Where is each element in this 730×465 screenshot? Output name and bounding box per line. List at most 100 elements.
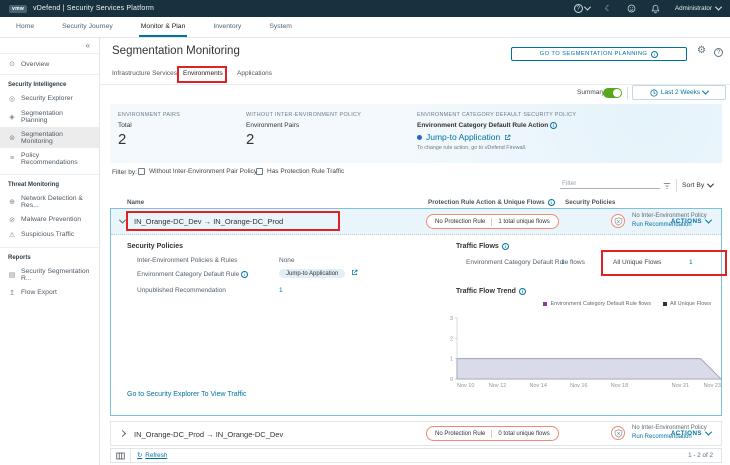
card-label: Environment Pairs xyxy=(246,122,361,129)
info-icon[interactable]: i xyxy=(548,199,555,206)
card-value: 2 xyxy=(246,131,361,148)
tab-applications[interactable]: Applications xyxy=(237,66,272,83)
chevron-down-icon xyxy=(707,181,714,188)
environment-pair-row-expanded: IN_Orange-DC_Dev → IN_Orange-DC_Prod No … xyxy=(110,208,722,416)
svg-text:1: 1 xyxy=(450,357,453,363)
rule-action-value: Jump-to Application xyxy=(426,132,500,142)
summary-card-default-security-policy: ENVIRONMENT CATEGORY DEFAULT SECURITY PO… xyxy=(417,112,576,151)
field-label: Unpublished Recommendation xyxy=(137,287,226,294)
nav-item-security-journey[interactable]: Security Journey xyxy=(60,17,115,37)
column-header-policies[interactable]: Security Policies xyxy=(565,199,615,206)
column-header-protection[interactable]: Protection Rule Action & Unique Flows i xyxy=(428,199,555,206)
filter-icon[interactable] xyxy=(663,182,671,192)
vdefend-app: vmw vDefend | Security Services Platform… xyxy=(0,0,730,465)
summary-card-environment-pairs: ENVIRONMENT PAIRS Total 2 xyxy=(118,112,180,148)
field-value: Jump-to Application xyxy=(279,269,358,278)
info-icon: i xyxy=(651,51,658,58)
sidebar-item-suspicious-traffic[interactable]: ⚠ Suspicious Traffic xyxy=(0,227,99,242)
unpublished-recommendation-count[interactable]: 1 xyxy=(279,287,283,294)
go-to-security-explorer-link[interactable]: Go to Security Explorer To View Traffic xyxy=(127,391,246,398)
segmentation-monitoring-icon: ⊚ xyxy=(8,134,16,142)
environment-pair-name[interactable]: IN_Orange-DC_Dev → IN_Orange-DC_Prod xyxy=(134,217,283,226)
traffic-flow-trend-title: Traffic Flow Trend i xyxy=(456,288,526,295)
user-name: Administrator xyxy=(675,5,712,12)
default-rule-flows-value[interactable]: 1 xyxy=(561,259,565,266)
actions-menu[interactable]: ACTIONS xyxy=(671,218,711,225)
filter-input[interactable] xyxy=(560,179,660,189)
page-title: Segmentation Monitoring xyxy=(112,45,240,57)
actions-menu[interactable]: ACTIONS xyxy=(671,430,711,437)
sidebar-item-label: Overview xyxy=(21,61,49,68)
sidebar-item-policy-recommendations[interactable]: ≡ Policy Recommendations xyxy=(0,148,99,169)
nav-item-system[interactable]: System xyxy=(267,17,294,37)
sidebar-item-segmentation-monitoring[interactable]: ⊚ Segmentation Monitoring xyxy=(0,127,99,148)
security-explorer-icon: ◎ xyxy=(8,95,16,103)
sidebar-collapse-icon[interactable]: « xyxy=(0,38,99,54)
tab-infrastructure-services[interactable]: Infrastructure Services xyxy=(112,66,177,83)
legend-item-all-unique-flows: All Unique Flows xyxy=(663,301,711,307)
checkbox-has-protection-traffic[interactable]: Has Protection Rule Traffic xyxy=(256,168,344,175)
nav-item-inventory[interactable]: Inventory xyxy=(211,17,243,37)
info-icon[interactable]: i xyxy=(550,122,557,129)
sidebar-item-malware-prevention[interactable]: ⊘ Malware Prevention xyxy=(0,212,99,227)
vmware-logo: vmw xyxy=(9,5,27,13)
notifications-bell-icon[interactable] xyxy=(651,4,660,14)
flow-export-icon: ↥ xyxy=(8,289,16,297)
sidebar-item-network-detection[interactable]: ⊕ Network Detection & Res... xyxy=(0,191,99,212)
sidebar-item-segmentation-planning[interactable]: ◈ Segmentation Planning xyxy=(0,106,99,127)
column-picker-icon[interactable] xyxy=(111,449,131,462)
top-header-bar: vmw vDefend | Security Services Platform… xyxy=(0,0,730,17)
dark-mode-icon[interactable]: ☾ xyxy=(605,4,612,13)
environment-pair-name[interactable]: IN_Orange-DC_Prod → IN_Orange-DC_Dev xyxy=(134,430,283,439)
checkbox-icon xyxy=(256,168,263,175)
checkbox-label: Without Inter-Environment Pair Policy xyxy=(149,168,257,175)
chevron-down-icon xyxy=(584,4,591,11)
row-header[interactable]: IN_Orange-DC_Dev → IN_Orange-DC_Prod No … xyxy=(111,209,721,235)
legend-swatch-icon xyxy=(543,302,547,306)
default-rule-action-label: Environment Category Default Rule Action xyxy=(417,122,548,129)
info-icon[interactable]: i xyxy=(519,288,526,295)
sidebar-section-threat-monitoring: Threat Monitoring xyxy=(0,175,99,191)
page-help-icon[interactable]: ? xyxy=(714,48,723,57)
sidebar-item-label: Segmentation Planning xyxy=(21,110,91,124)
chart-legend: Environment Category Default Rule flows … xyxy=(543,301,711,307)
sort-by-dropdown[interactable]: Sort By xyxy=(682,182,713,189)
checkbox-without-policy[interactable]: Without Inter-Environment Pair Policy xyxy=(138,168,257,175)
summary-band: ENVIRONMENT PAIRS Total 2 WITHOUT INTER-… xyxy=(110,104,722,163)
tab-environments[interactable]: Environments xyxy=(183,66,223,83)
info-icon[interactable]: i xyxy=(241,271,248,278)
sidebar-item-flow-export[interactable]: ↥ Flow Export xyxy=(0,285,99,300)
svg-text:3: 3 xyxy=(450,316,453,322)
svg-text:Nov 14: Nov 14 xyxy=(530,383,547,389)
refresh-link[interactable]: ↻ Refresh xyxy=(137,452,167,459)
divider xyxy=(676,179,677,192)
sidebar-item-overview[interactable]: ⊙ Overview xyxy=(0,54,99,75)
external-link-icon[interactable] xyxy=(504,134,511,141)
product-title: vDefend | Security Services Platform xyxy=(33,5,154,12)
overview-icon: ⊙ xyxy=(8,60,16,68)
svg-text:Nov 16: Nov 16 xyxy=(570,383,587,389)
external-link-icon[interactable] xyxy=(351,269,358,276)
column-header-name[interactable]: Name xyxy=(127,199,144,206)
card-category: WITHOUT INTER-ENVIRONMENT POLICY xyxy=(246,112,361,118)
user-menu[interactable]: Administrator xyxy=(675,5,721,12)
sidebar-item-security-explorer[interactable]: ◎ Security Explorer xyxy=(0,91,99,106)
svg-text:Nov 18: Nov 18 xyxy=(611,383,628,389)
help-menu[interactable]: ? xyxy=(574,4,590,13)
summary-toggle[interactable] xyxy=(603,88,622,98)
sidebar-item-security-segmentation-report[interactable]: ▤ Security Segmentation R... xyxy=(0,264,99,285)
all-unique-flows-value[interactable]: 1 xyxy=(689,259,693,266)
info-icon[interactable]: i xyxy=(502,243,509,250)
go-to-segmentation-planning-button[interactable]: GO TO SEGMENTATION PLANNING i xyxy=(511,47,687,61)
collapse-row-chevron-icon[interactable] xyxy=(119,217,126,224)
expand-row-chevron-icon[interactable] xyxy=(119,430,126,437)
trend-title-text: Traffic Flow Trend xyxy=(456,288,516,295)
card-label: Environment Category Default Rule Action… xyxy=(417,122,576,129)
default-rule-flows-label: Environment Category Default Rule flows xyxy=(466,259,585,266)
time-range-dropdown[interactable]: Last 2 Weeks xyxy=(632,85,726,100)
environment-pair-row-collapsed[interactable]: IN_Orange-DC_Prod → IN_Orange-DC_Dev No … xyxy=(110,421,722,446)
nav-item-monitor-plan[interactable]: Monitor & Plan xyxy=(139,17,188,37)
nav-item-home[interactable]: Home xyxy=(14,17,36,37)
gear-icon[interactable]: ⚙ xyxy=(697,45,706,56)
feedback-icon[interactable] xyxy=(627,4,636,13)
